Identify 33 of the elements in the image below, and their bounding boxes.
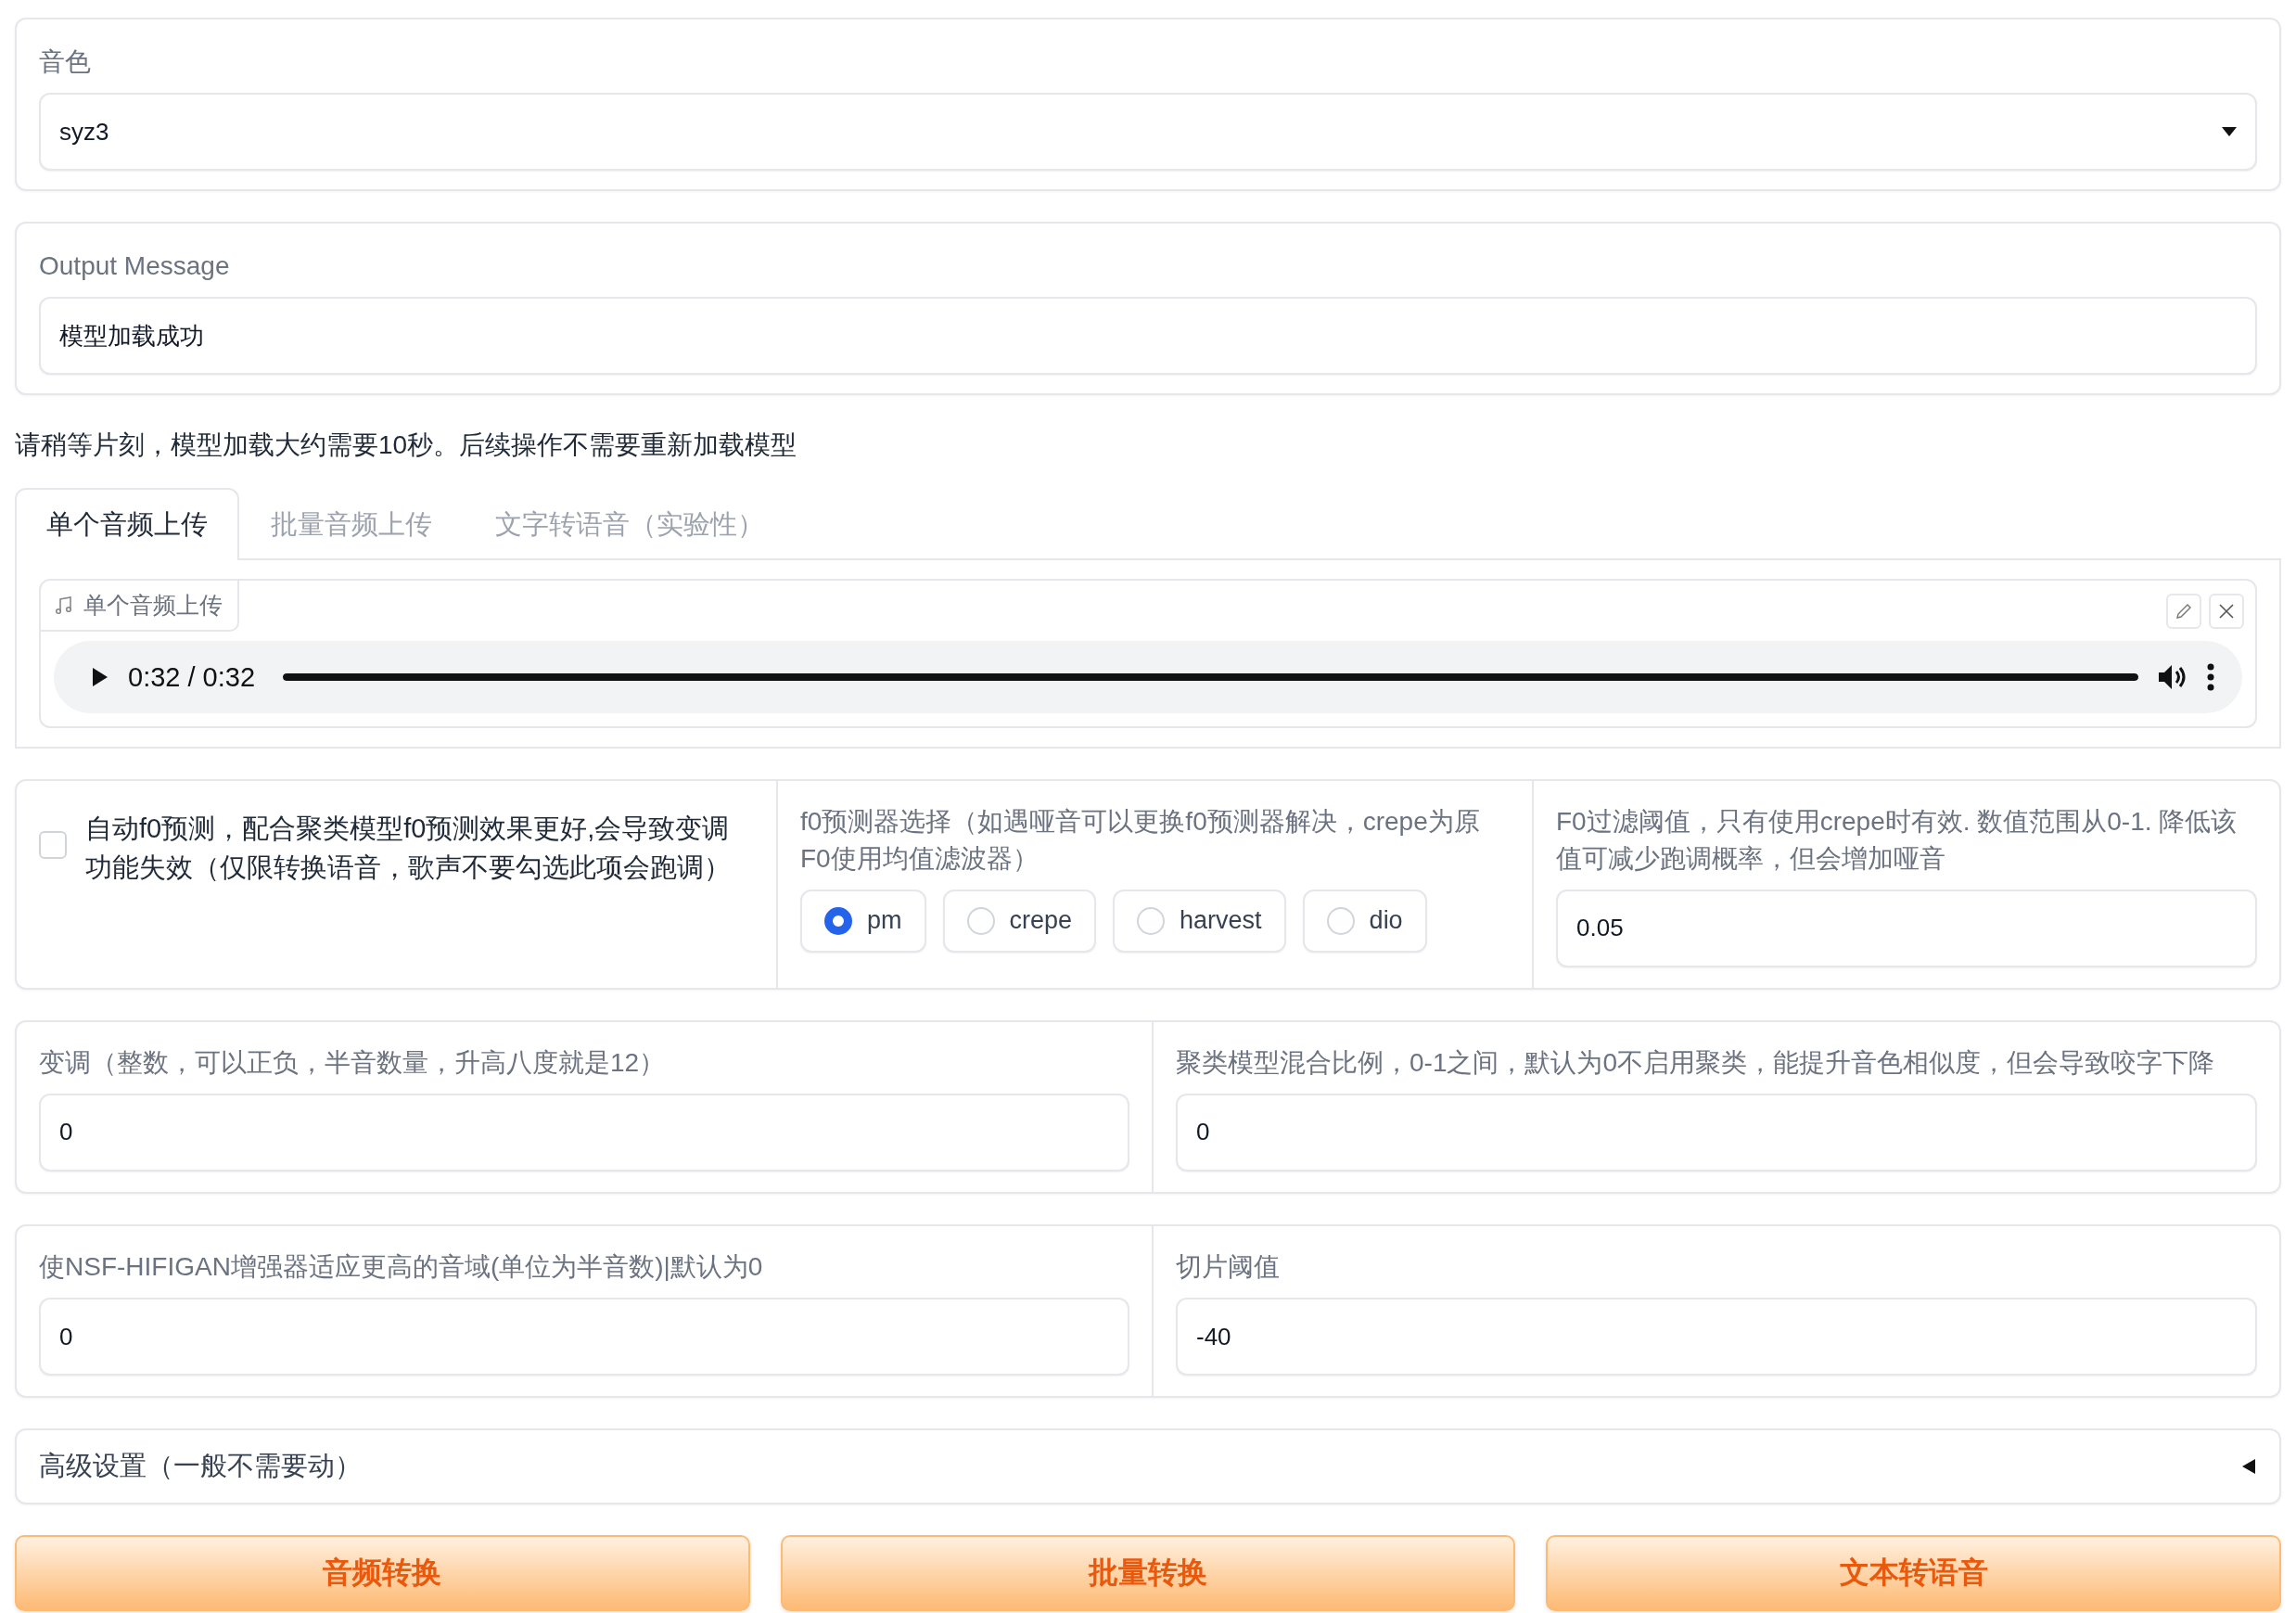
field-label: 聚类模型混合比例，0-1之间，默认为0不启用聚类，能提升音色相似度，但会导致咬字下降 bbox=[1176, 1046, 2216, 1079]
info-text: 请稍等片刻，模型加载大约需要10秒。后续操作不需要重新加载模型 bbox=[15, 429, 798, 462]
input-field[interactable]: 0 bbox=[39, 1298, 1129, 1376]
input-field[interactable]: 0 bbox=[1176, 1093, 2257, 1171]
radio-option[interactable]: pm bbox=[800, 889, 926, 953]
checkbox-label: 自动f0预测，配合聚类模型f0预测效果更好,会导致变调功能失效（仅限转换语音，歌声不要勾选此项会跑调） bbox=[85, 813, 732, 885]
field-label: 变调（整数，可以正负，半音数量，升高八度就是12） bbox=[39, 1046, 667, 1079]
radio-option[interactable]: harvest bbox=[1113, 889, 1286, 953]
playback-time: 0:32 / 0:32 bbox=[128, 661, 256, 693]
checkbox[interactable] bbox=[39, 831, 67, 860]
field-label: F0过滤阈值，只有使用crepe时有效. 数值范围从0-1. 降低该值可减少跑调概率，但会增加哑音 bbox=[1556, 806, 2239, 875]
radio-group-label: f0预测器选择（如遇哑音可以更换f0预测器解决，crepe为原F0使用均值滤波器） bbox=[800, 806, 1481, 875]
music-note-icon bbox=[56, 595, 72, 615]
output-field[interactable]: 模型加载成功 bbox=[39, 297, 2257, 376]
radio-option[interactable]: crepe bbox=[942, 889, 1097, 953]
tab[interactable]: 单个音频上传 bbox=[15, 488, 239, 561]
input-field[interactable]: -40 bbox=[1176, 1298, 2257, 1376]
field-label: 使NSF-HIFIGAN增强器适应更高的音域(单位为半音数)|默认为0 bbox=[39, 1250, 764, 1283]
edit-button[interactable] bbox=[2166, 594, 2201, 630]
pencil-icon bbox=[2175, 602, 2193, 621]
play-icon[interactable] bbox=[91, 666, 109, 689]
output-label: Output Message bbox=[39, 250, 231, 283]
more-options-icon[interactable] bbox=[2207, 663, 2214, 692]
input-field[interactable]: 0.05 bbox=[1556, 889, 2257, 967]
accordion-header[interactable]: 高级设置（一般不需要动） bbox=[15, 1428, 2281, 1505]
voice-dropdown[interactable]: syz3 bbox=[39, 93, 2257, 172]
close-button[interactable] bbox=[2209, 594, 2244, 630]
radio-option[interactable]: dio bbox=[1302, 889, 1427, 953]
field-label: 切片阈值 bbox=[1176, 1250, 1281, 1283]
input-field[interactable]: 0 bbox=[39, 1093, 1129, 1171]
audio-upload-label: 单个音频上传 bbox=[41, 581, 239, 633]
dropdown-label: 音色 bbox=[39, 46, 92, 78]
caret-icon bbox=[2222, 127, 2237, 137]
